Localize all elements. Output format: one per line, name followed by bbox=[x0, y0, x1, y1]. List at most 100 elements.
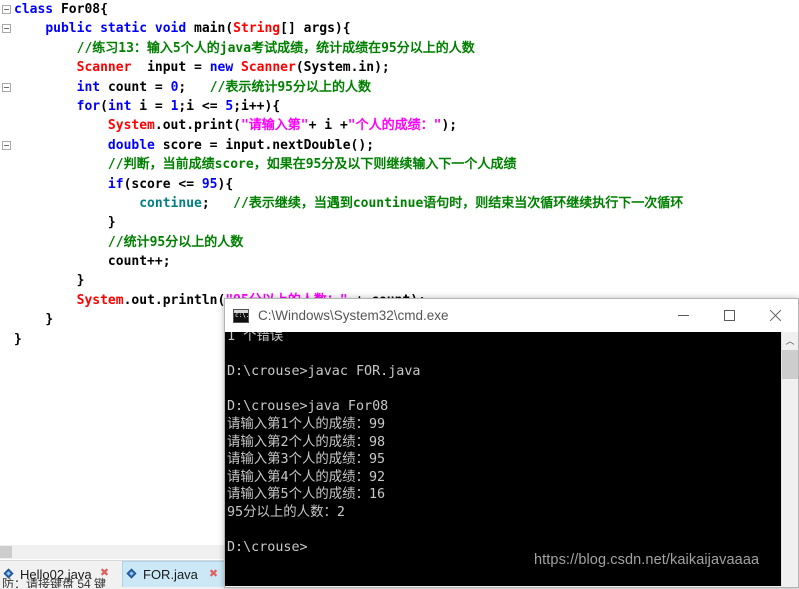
code-token: continue bbox=[139, 195, 202, 211]
code-token: input = bbox=[131, 60, 210, 76]
code-token: } bbox=[45, 312, 54, 328]
code-line: int count = 0; //表示统计95分以上的人数 bbox=[0, 78, 799, 97]
code-line: Scanner input = new Scanner(System.in); bbox=[0, 58, 799, 77]
code-token: .out.println( bbox=[123, 292, 226, 308]
code-line: if(score <= 95){ bbox=[0, 175, 799, 194]
code-token: class bbox=[14, 2, 61, 17]
code-token: count++; bbox=[107, 254, 171, 270]
code-token: } bbox=[76, 273, 85, 289]
minimize-icon bbox=[677, 314, 689, 316]
code-token: ;i++){ bbox=[233, 98, 281, 114]
code-token: public static void bbox=[45, 21, 195, 37]
editor-code-area[interactable]: class For08{ public static void main(Str… bbox=[0, 0, 799, 349]
code-token: "请输入第" bbox=[240, 118, 309, 134]
code-token: ; bbox=[178, 79, 210, 95]
code-token: 5 bbox=[225, 98, 234, 114]
code-token: for bbox=[76, 98, 101, 114]
code-token: Scanner bbox=[76, 60, 132, 76]
maximize-icon bbox=[723, 309, 735, 321]
code-token: i = bbox=[139, 98, 171, 114]
cmd-window[interactable]: C:\Windows\System32\cmd.exe 1 个错误 D:\cro… bbox=[224, 298, 799, 588]
code-line: } bbox=[0, 271, 799, 290]
code-token: ; bbox=[201, 195, 234, 211]
code-token: score = input.nextDouble(); bbox=[162, 137, 375, 153]
code-line: //练习13：输入5个人的java考试成绩，统计成绩在95分以上的人数 bbox=[0, 39, 799, 58]
code-token: ( bbox=[100, 98, 108, 114]
cmd-window-title: C:\Windows\System32\cmd.exe bbox=[258, 308, 449, 323]
code-token: ){ bbox=[217, 176, 234, 192]
code-token: count = bbox=[107, 79, 171, 95]
console-output-area[interactable]: 1 个错误 D:\crouse>javac FOR.java D:\crouse… bbox=[225, 332, 781, 586]
code-token: { bbox=[100, 2, 108, 17]
code-token: int bbox=[76, 79, 108, 95]
console-scrollbar[interactable]: ︿ bbox=[781, 332, 798, 586]
code-line: } bbox=[0, 213, 799, 232]
close-button[interactable] bbox=[752, 299, 798, 331]
editor-horizontal-scrollbar-thumb[interactable] bbox=[0, 546, 12, 558]
code-token: ;i <= bbox=[178, 98, 226, 114]
cmd-title-bar[interactable]: C:\Windows\System32\cmd.exe bbox=[225, 299, 798, 332]
scrollbar-thumb[interactable] bbox=[782, 350, 798, 379]
code-token: //统计95分以上的人数 bbox=[107, 234, 244, 250]
code-token: For08 bbox=[60, 2, 101, 17]
code-token: ( bbox=[295, 60, 304, 76]
watermark-url: https://blog.csdn.net/kaikaijavaaaa bbox=[534, 552, 760, 568]
code-token: ( bbox=[225, 21, 234, 37]
code-line: public static void main(String[] args){ bbox=[0, 19, 799, 38]
code-token: [] args){ bbox=[280, 21, 351, 37]
code-line: for(int i = 1;i <= 5;i++){ bbox=[0, 97, 799, 116]
code-token: //判断，当前成绩score，如果在95分及以下则继续输入下一个人成绩 bbox=[107, 157, 517, 173]
code-token: .in); bbox=[350, 60, 390, 76]
code-line: count++; bbox=[0, 252, 799, 271]
code-token: //表示统计95分以上的人数 bbox=[209, 79, 372, 95]
scroll-down-arrow-icon[interactable] bbox=[782, 569, 798, 586]
code-token: Scanner bbox=[241, 60, 296, 76]
code-token: double bbox=[107, 137, 163, 153]
minimize-button[interactable] bbox=[660, 299, 706, 331]
code-token: + i + bbox=[308, 118, 348, 134]
maximize-button[interactable] bbox=[706, 299, 752, 331]
code-token: //练习13：输入5个人的java考试成绩，统计成绩在95分以上的人数 bbox=[76, 40, 475, 56]
console-icon bbox=[233, 308, 249, 323]
code-token: "个人的成绩：" bbox=[347, 118, 442, 134]
status-bar-text: 防：请接键盘 54 键 bbox=[2, 577, 107, 588]
code-token: ); bbox=[441, 118, 458, 134]
code-token: new bbox=[209, 60, 242, 76]
code-token: System bbox=[303, 60, 351, 76]
code-line: //统计95分以上的人数 bbox=[0, 233, 799, 252]
code-line: //判断，当前成绩score，如果在95分及以下则继续输入下一个人成绩 bbox=[0, 155, 799, 174]
code-token: System bbox=[76, 292, 124, 308]
code-token: main bbox=[194, 21, 226, 37]
code-line: double score = input.nextDouble(); bbox=[0, 136, 799, 155]
code-line: System.out.print("请输入第"+ i +"个人的成绩："); bbox=[0, 116, 799, 135]
code-token: int bbox=[107, 98, 140, 114]
close-icon bbox=[769, 309, 782, 322]
code-token: .out.print( bbox=[154, 118, 241, 134]
editor-horizontal-scrollbar-track[interactable] bbox=[0, 545, 224, 559]
code-token: 95 bbox=[201, 176, 218, 192]
scroll-up-arrow-icon[interactable]: ︿ bbox=[782, 332, 798, 349]
code-token: (score <= bbox=[123, 176, 202, 192]
code-token: } bbox=[107, 215, 116, 231]
code-token: } bbox=[14, 331, 22, 347]
code-token: if bbox=[107, 176, 124, 192]
code-token: System bbox=[107, 118, 155, 134]
code-line: continue; //表示继续，当遇到countinue语句时，则结束当次循环… bbox=[0, 194, 799, 213]
code-token: String bbox=[233, 21, 281, 37]
console-text: 1 个错误 D:\crouse>javac FOR.java D:\crouse… bbox=[227, 332, 421, 556]
